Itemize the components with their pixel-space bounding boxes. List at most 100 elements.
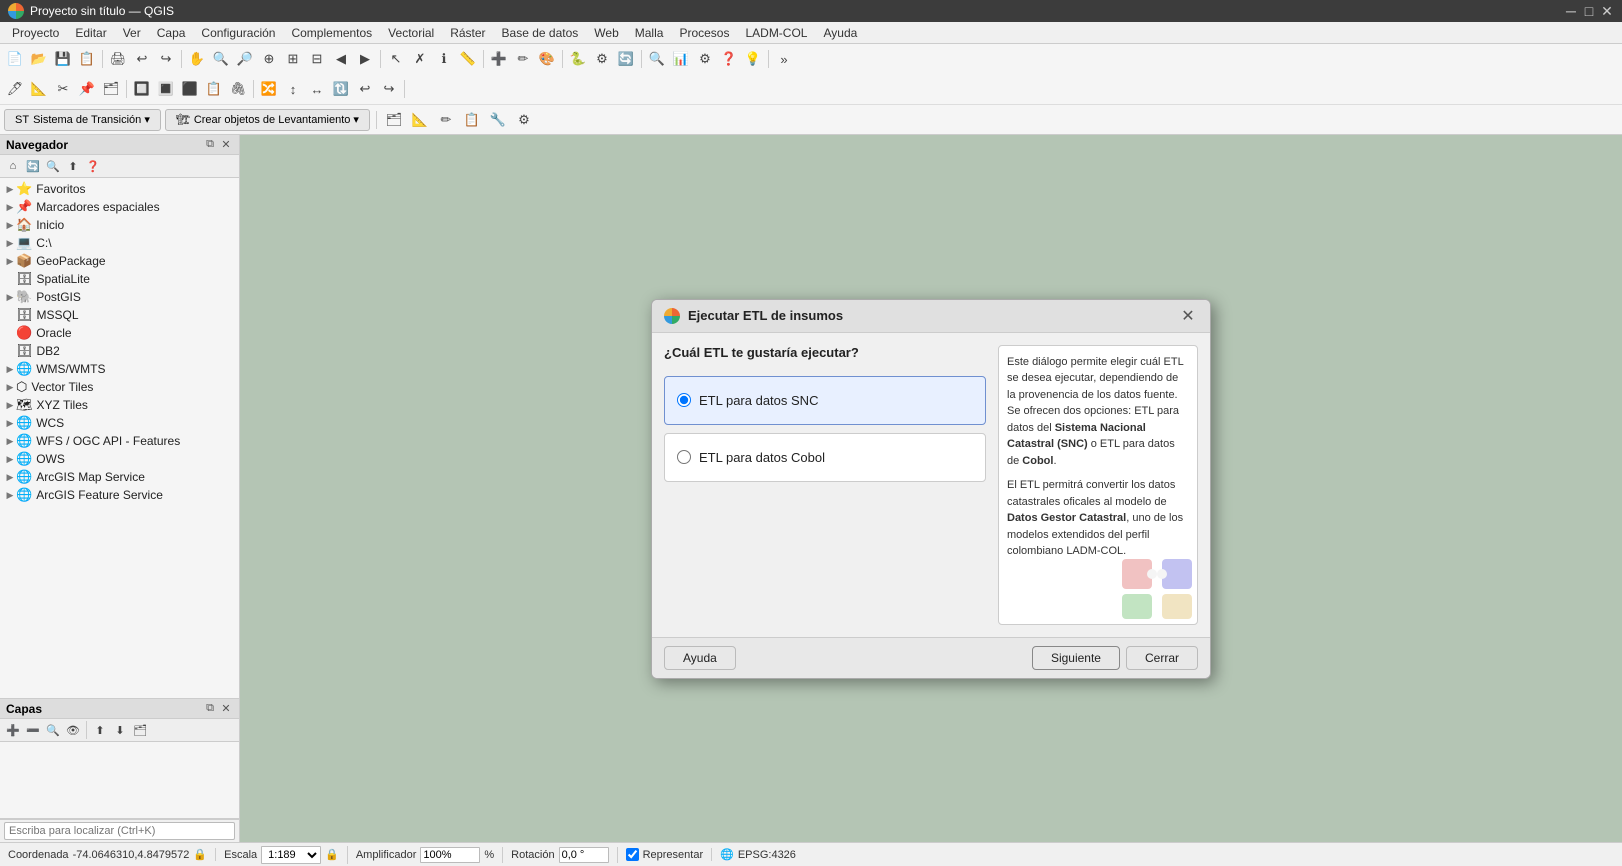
nav-props-button[interactable]: ❓ xyxy=(84,157,102,175)
menu-ayuda[interactable]: Ayuda xyxy=(815,24,865,42)
cerrar-button[interactable]: Cerrar xyxy=(1126,646,1198,670)
undo-button[interactable]: ↩ xyxy=(131,48,153,70)
capas-remove-button[interactable]: ➖ xyxy=(24,721,42,739)
close-window-button[interactable]: ✕ xyxy=(1600,4,1614,18)
tips-btn[interactable]: 💡 xyxy=(742,48,764,70)
tree-item-geopackage[interactable]: ▶ 📦 GeoPackage xyxy=(0,252,239,270)
tb2-7[interactable]: 🔳 xyxy=(155,78,177,100)
siguiente-button[interactable]: Siguiente xyxy=(1032,646,1120,670)
menu-procesos[interactable]: Procesos xyxy=(671,24,737,42)
tb2-9[interactable]: 📋 xyxy=(203,78,225,100)
tb2-11[interactable]: 🔀 xyxy=(258,78,280,100)
style-button[interactable]: 🎨 xyxy=(536,48,558,70)
capas-undock-button[interactable]: ⧉ xyxy=(203,702,217,716)
settings-btn[interactable]: ⚙ xyxy=(694,48,716,70)
tree-item-mssql[interactable]: 🗄 MSSQL xyxy=(0,306,239,324)
tb2-12[interactable]: ↕ xyxy=(282,78,304,100)
rotation-input[interactable] xyxy=(559,847,609,863)
plugin-btn-4[interactable]: 📋 xyxy=(461,109,483,131)
sistema-transicion-button[interactable]: ST Sistema de Transición ▾ xyxy=(4,109,161,131)
tree-item-favoritos[interactable]: ▶ ⭐ Favoritos xyxy=(0,180,239,198)
render-checkbox[interactable] xyxy=(626,848,639,861)
atlas-btn[interactable]: 📊 xyxy=(670,48,692,70)
menu-raster[interactable]: Ráster xyxy=(442,24,493,42)
tb2-14[interactable]: 🔃 xyxy=(330,78,352,100)
capas-filter-button[interactable]: 🔍 xyxy=(44,721,62,739)
menu-proyecto[interactable]: Proyecto xyxy=(4,24,67,42)
nav-home-button[interactable]: ⌂ xyxy=(4,157,22,175)
refresh-button[interactable]: 🔄 xyxy=(615,48,637,70)
tree-item-postgis[interactable]: ▶ 🐘 PostGIS xyxy=(0,288,239,306)
nav-filter-button[interactable]: 🔍 xyxy=(44,157,62,175)
tb2-15[interactable]: ↩ xyxy=(354,78,376,100)
capas-toggle-button[interactable]: 👁 xyxy=(64,721,82,739)
menu-configuracion[interactable]: Configuración xyxy=(193,24,283,42)
menu-editar[interactable]: Editar xyxy=(67,24,114,42)
select-button[interactable]: ↖ xyxy=(385,48,407,70)
plugin-btn-5[interactable]: 🔧 xyxy=(487,109,509,131)
plugin-btn-1[interactable]: 🗂 xyxy=(383,109,405,131)
dialog-close-x-button[interactable]: ✕ xyxy=(1178,306,1198,326)
minimize-button[interactable]: ─ xyxy=(1564,4,1578,18)
tb2-16[interactable]: ↪ xyxy=(378,78,400,100)
tb2-1[interactable]: 🖊 xyxy=(4,78,26,100)
capas-close-button[interactable]: ✕ xyxy=(219,702,233,716)
etl-snc-radio[interactable] xyxy=(677,393,691,407)
tree-item-oracle[interactable]: 🔴 Oracle xyxy=(0,324,239,342)
zoom-out-button[interactable]: 🔎 xyxy=(234,48,256,70)
capas-down-button[interactable]: ⬇ xyxy=(111,721,129,739)
etl-cobol-option[interactable]: ETL para datos Cobol xyxy=(664,433,986,482)
tb2-2[interactable]: 📐 xyxy=(28,78,50,100)
zoom-in-button[interactable]: 🔍 xyxy=(210,48,232,70)
menu-web[interactable]: Web xyxy=(586,24,626,42)
zoom-selection-button[interactable]: ⊟ xyxy=(306,48,328,70)
capas-up-button[interactable]: ⬆ xyxy=(91,721,109,739)
redo-button[interactable]: ↪ xyxy=(155,48,177,70)
tree-item-arcgis-map[interactable]: ▶ 🌐 ArcGIS Map Service xyxy=(0,468,239,486)
nav-collapse-button[interactable]: ⬆ xyxy=(64,157,82,175)
magnifier-input[interactable] xyxy=(420,847,480,863)
tree-item-vector-tiles[interactable]: ▶ ⬡ Vector Tiles xyxy=(0,378,239,396)
save-project-button[interactable]: 💾 xyxy=(52,48,74,70)
plugin-btn-6[interactable]: ⚙ xyxy=(513,109,535,131)
menu-complementos[interactable]: Complementos xyxy=(283,24,380,42)
zoom-next-button[interactable]: ▶ xyxy=(354,48,376,70)
zoom-full-button[interactable]: ⊕ xyxy=(258,48,280,70)
measure-button[interactable]: 📏 xyxy=(457,48,479,70)
tb2-8[interactable]: ⬛ xyxy=(179,78,201,100)
print-button[interactable]: 🖨 xyxy=(107,48,129,70)
processing-button[interactable]: ⚙ xyxy=(591,48,613,70)
etl-cobol-radio[interactable] xyxy=(677,450,691,464)
tb2-10[interactable]: 🖇 xyxy=(227,78,249,100)
tree-item-spatialite[interactable]: 🗄 SpatiaLite xyxy=(0,270,239,288)
tb2-3[interactable]: ✂ xyxy=(52,78,74,100)
ayuda-button[interactable]: Ayuda xyxy=(664,646,736,670)
capas-group-button[interactable]: 🗂 xyxy=(131,721,149,739)
tree-item-ows[interactable]: ▶ 🌐 OWS xyxy=(0,450,239,468)
tree-item-wms[interactable]: ▶ 🌐 WMS/WMTS xyxy=(0,360,239,378)
open-project-button[interactable]: 📂 xyxy=(28,48,50,70)
navigator-undock-button[interactable]: ⧉ xyxy=(203,138,217,152)
tree-item-inicio[interactable]: ▶ 🏠 Inicio xyxy=(0,216,239,234)
help-btn[interactable]: ❓ xyxy=(718,48,740,70)
more-button[interactable]: » xyxy=(773,48,795,70)
add-layer-button[interactable]: ➕ xyxy=(488,48,510,70)
digitize-button[interactable]: ✏ xyxy=(512,48,534,70)
tree-item-marcadores[interactable]: ▶ 📌 Marcadores espaciales xyxy=(0,198,239,216)
tree-item-c[interactable]: ▶ 💻 C:\ xyxy=(0,234,239,252)
menu-ver[interactable]: Ver xyxy=(115,24,149,42)
python-button[interactable]: 🐍 xyxy=(567,48,589,70)
capas-add-button[interactable]: ➕ xyxy=(4,721,22,739)
scale-select[interactable]: 1:189 1:500 1:1000 xyxy=(261,846,321,864)
zoom-layer-button[interactable]: ⊞ xyxy=(282,48,304,70)
search-btn[interactable]: 🔍 xyxy=(646,48,668,70)
menu-base-datos[interactable]: Base de datos xyxy=(494,24,587,42)
title-bar-controls[interactable]: ─ □ ✕ xyxy=(1564,4,1614,18)
menu-vectorial[interactable]: Vectorial xyxy=(380,24,442,42)
menu-malla[interactable]: Malla xyxy=(627,24,672,42)
plugin-btn-2[interactable]: 📐 xyxy=(409,109,431,131)
deselect-button[interactable]: ✗ xyxy=(409,48,431,70)
save-as-button[interactable]: 📋 xyxy=(76,48,98,70)
tree-item-db2[interactable]: 🗄 DB2 xyxy=(0,342,239,360)
tree-item-arcgis-feature[interactable]: ▶ 🌐 ArcGIS Feature Service xyxy=(0,486,239,504)
